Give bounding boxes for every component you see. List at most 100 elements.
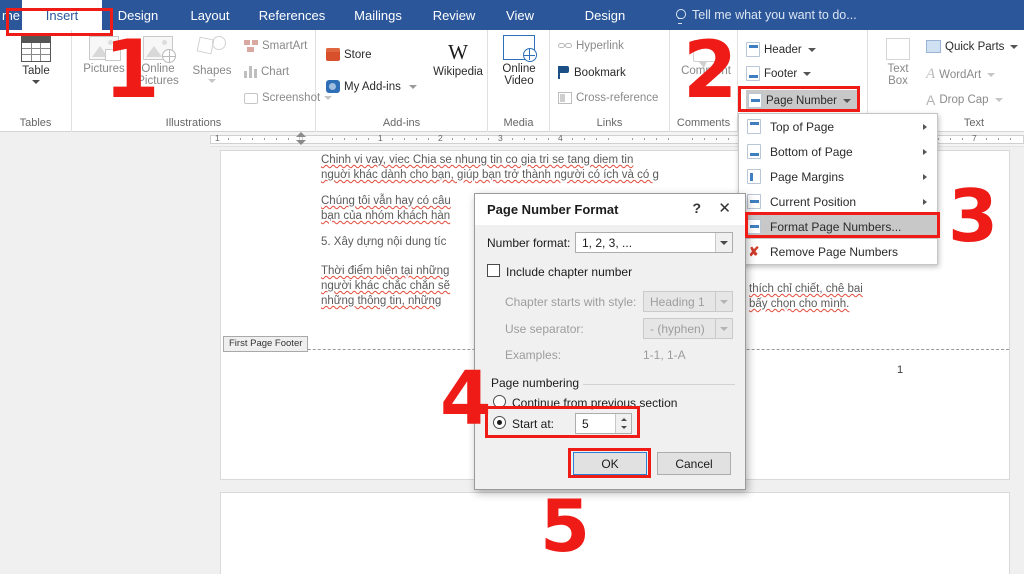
examples-label: Examples: <box>505 348 561 362</box>
hanging-indent-marker[interactable] <box>296 140 306 145</box>
tab-review[interactable]: Review <box>418 0 490 30</box>
doc-line: những thông tin, những <box>321 294 441 309</box>
cross-reference-button[interactable]: Cross-reference <box>558 92 658 104</box>
submenu-arrow-icon <box>923 174 927 180</box>
chevron-down-icon <box>808 48 816 52</box>
quick-parts-label: Quick Parts <box>945 41 1004 53</box>
chevron-down-icon <box>1010 45 1018 49</box>
format-page-numbers-icon <box>747 219 761 234</box>
quick-parts-button[interactable]: Quick Parts <box>926 40 1018 53</box>
chart-label: Chart <box>261 66 289 78</box>
chapter-style-value: Heading 1 <box>650 295 705 309</box>
header-label: Header <box>764 44 802 56</box>
close-icon[interactable]: ✕ <box>718 199 731 217</box>
header-button[interactable]: Header <box>746 42 816 57</box>
ribbon-group-label-comments: Comments <box>670 117 737 129</box>
screenshot-label: Screenshot <box>262 92 320 104</box>
page-numbering-group-label: Page numbering <box>487 376 583 390</box>
drop-cap-button[interactable]: A Drop Cap <box>926 92 1003 108</box>
online-video-label: Online Video <box>502 63 535 87</box>
ok-button-label: OK <box>601 457 618 471</box>
document-page-2[interactable]: Header Khi bạn truyền đi năng lượng tích… <box>220 492 1010 574</box>
store-label: Store <box>344 49 372 61</box>
online-video-button[interactable]: Online Video <box>491 35 547 87</box>
tab-references[interactable]: References <box>246 0 338 30</box>
page-number-dropdown-menu[interactable]: Top of Page Bottom of Page Page Margins … <box>738 113 938 265</box>
menu-item-remove-page-numbers[interactable]: ✘ Remove Page Numbers <box>739 239 937 264</box>
cross-reference-icon <box>558 92 572 104</box>
help-icon[interactable]: ? <box>692 200 701 216</box>
menu-item-page-margins[interactable]: Page Margins <box>739 164 937 189</box>
drop-cap-label: Drop Cap <box>939 94 988 106</box>
chart-button[interactable]: Chart <box>244 66 289 78</box>
chevron-down-icon <box>208 79 216 83</box>
table-button[interactable]: Table <box>8 36 64 84</box>
hyperlink-button[interactable]: Hyperlink <box>558 40 624 52</box>
doc-line: bạn của nhóm khách hàn <box>321 209 450 224</box>
use-separator-label: Use separator: <box>505 322 584 336</box>
spinner-arrows-icon[interactable] <box>615 414 631 433</box>
smartart-icon <box>244 40 258 52</box>
examples-value: 1-1, 1-A <box>643 348 686 362</box>
page-number-field[interactable]: 1 <box>897 364 903 376</box>
page-number-format-dialog[interactable]: Page Number Format ? ✕ Number format: 1,… <box>474 193 746 490</box>
ruler-number: 1 <box>215 133 220 143</box>
chevron-down-icon <box>987 73 995 77</box>
text-box-button[interactable]: Text Box <box>870 38 926 87</box>
tab-layout[interactable]: Layout <box>174 0 246 30</box>
menu-item-bottom-of-page[interactable]: Bottom of Page <box>739 139 937 164</box>
lightbulb-icon <box>674 9 686 22</box>
page-number-button[interactable]: Page Number <box>746 90 857 111</box>
menu-item-label: Bottom of Page <box>770 145 853 159</box>
menu-item-label: Page Margins <box>770 170 844 184</box>
start-at-radio[interactable] <box>493 416 506 429</box>
doc-line: thích chỉ chiết, chê bai <box>749 282 863 297</box>
footer-button[interactable]: Footer <box>746 66 811 81</box>
tab-insert[interactable]: Insert <box>22 0 102 30</box>
ruler-number: 1 <box>378 133 383 143</box>
step-number-5: 5 <box>540 490 590 562</box>
wikipedia-button[interactable]: W Wikipedia <box>430 42 486 78</box>
wordart-button[interactable]: A WordArt <box>926 66 995 83</box>
chevron-down-icon <box>995 98 1003 102</box>
ok-button[interactable]: OK <box>573 452 647 475</box>
store-button[interactable]: Store <box>326 48 372 61</box>
page-margins-icon <box>747 169 761 184</box>
include-chapter-number-checkbox[interactable] <box>487 264 500 277</box>
dialog-title: Page Number Format <box>487 202 618 217</box>
tab-mailings[interactable]: Mailings <box>338 0 418 30</box>
tab-view[interactable]: View <box>490 0 550 30</box>
menu-item-top-of-page[interactable]: Top of Page <box>739 114 937 139</box>
continue-from-previous-radio[interactable] <box>493 395 506 408</box>
ribbon-group-label-text: Text <box>924 117 1024 129</box>
number-format-combobox[interactable]: 1, 2, 3, ... <box>575 232 733 253</box>
start-at-input[interactable]: 5 <box>575 413 632 434</box>
table-icon <box>21 36 51 62</box>
remove-page-numbers-icon: ✘ <box>747 244 761 260</box>
chevron-down-icon[interactable] <box>715 233 732 252</box>
page-bottom-icon <box>747 144 761 159</box>
first-line-indent-marker[interactable] <box>296 132 306 137</box>
tab-home-partial[interactable]: me <box>0 0 22 30</box>
chevron-down-icon <box>409 85 417 89</box>
ruler-number: 3 <box>498 133 503 143</box>
menu-item-current-position[interactable]: Current Position <box>739 189 937 214</box>
my-addins-button[interactable]: My Add-ins <box>326 80 417 93</box>
store-icon <box>326 48 340 61</box>
menu-item-format-page-numbers[interactable]: Format Page Numbers... <box>739 214 937 239</box>
shapes-button[interactable]: Shapes <box>184 36 240 83</box>
submenu-arrow-icon <box>923 199 927 205</box>
wikipedia-label: Wikipedia <box>433 66 483 78</box>
tab-design-contextual[interactable]: Design <box>550 0 660 30</box>
number-format-value: 1, 2, 3, ... <box>582 236 632 250</box>
first-page-footer-tag[interactable]: First Page Footer <box>223 336 308 352</box>
doc-line: Thời điểm hiện tại những <box>321 264 449 279</box>
smartart-button[interactable]: SmartArt <box>244 40 307 52</box>
page-current-icon <box>747 194 761 209</box>
bookmark-button[interactable]: Bookmark <box>558 66 626 79</box>
cancel-button[interactable]: Cancel <box>657 452 731 475</box>
submenu-arrow-icon <box>923 149 927 155</box>
ruler-number: 4 <box>558 133 563 143</box>
page-number-icon <box>748 93 762 108</box>
drop-cap-icon: A <box>926 92 935 108</box>
